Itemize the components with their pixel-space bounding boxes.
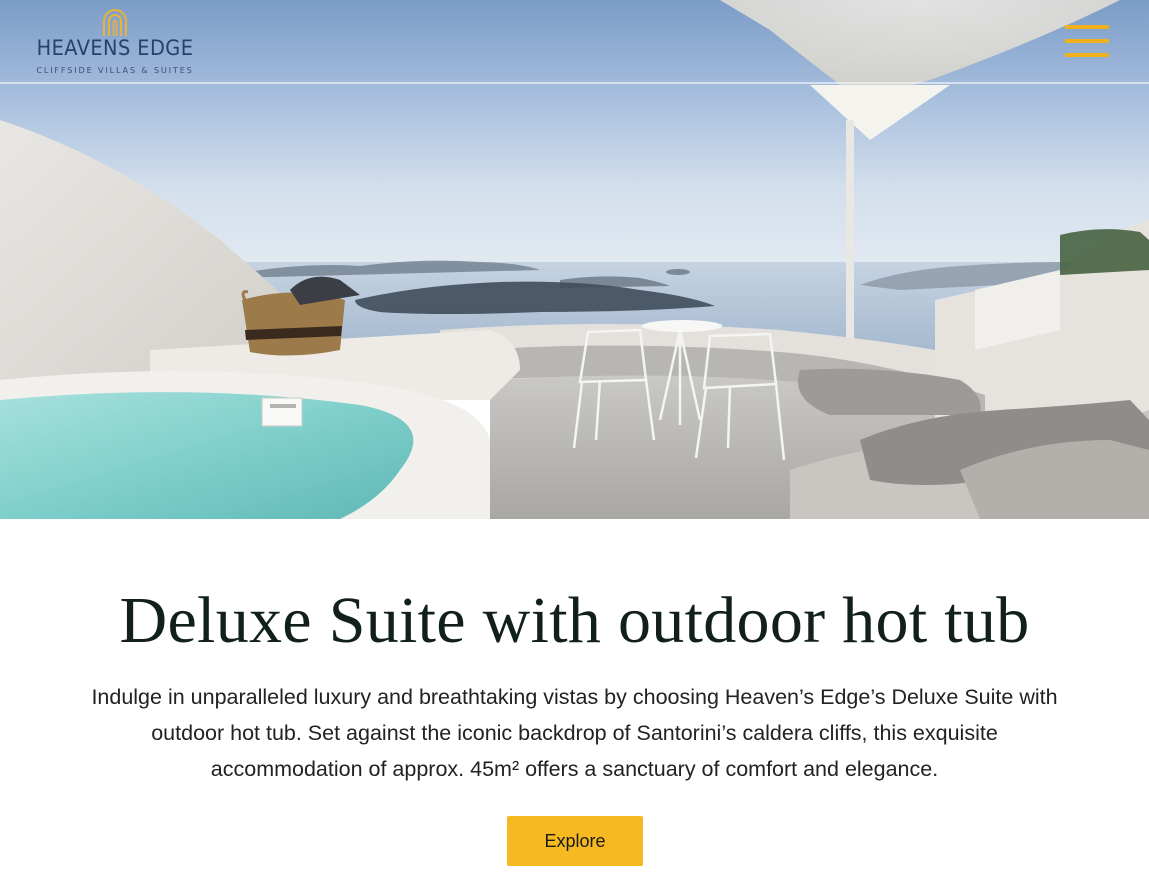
logo[interactable]: HEAVENS EDGE CLIFFSIDE VILLAS & SUITES	[24, 6, 206, 78]
header-divider	[0, 82, 1149, 84]
hamburger-menu-icon[interactable]	[1063, 22, 1111, 62]
suite-description: Indulge in unparalleled luxury and breat…	[91, 685, 1058, 781]
page-title: Deluxe Suite with outdoor hot tub	[119, 584, 1030, 657]
hero-section: HEAVENS EDGE CLIFFSIDE VILLAS & SUITES	[0, 0, 1149, 519]
site-header: HEAVENS EDGE CLIFFSIDE VILLAS & SUITES	[0, 0, 1149, 84]
logo-tagline: CLIFFSIDE VILLAS & SUITES	[36, 65, 194, 75]
logo-name: HEAVENS EDGE	[36, 36, 194, 60]
arch-icon	[103, 9, 127, 36]
menu-bar-middle	[1065, 39, 1109, 43]
suite-intro-section: Deluxe Suite with outdoor hot tub Indulg…	[0, 519, 1149, 876]
explore-button[interactable]: Explore	[507, 816, 643, 866]
menu-bar-bottom	[1065, 53, 1109, 57]
menu-bar-top	[1065, 25, 1109, 29]
